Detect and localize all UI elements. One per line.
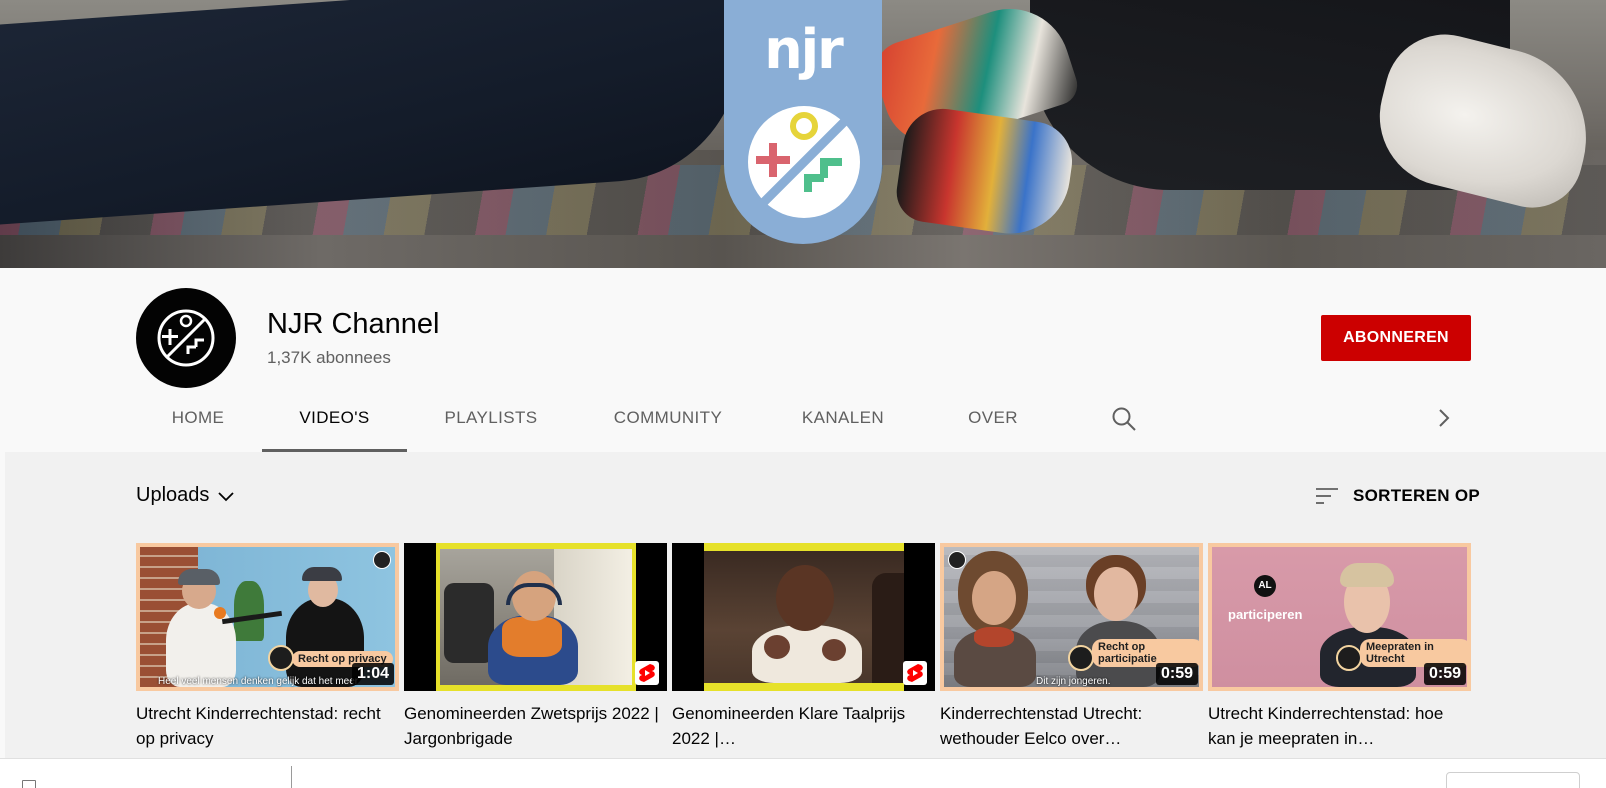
chevron-down-icon [218, 491, 235, 501]
sort-label: SORTEREN OP [1353, 486, 1481, 505]
tab-kanalen[interactable]: KANALEN [773, 394, 913, 452]
overlay-word: participeren [1228, 607, 1303, 622]
shorts-icon [639, 664, 655, 682]
search-icon[interactable] [1111, 406, 1137, 432]
al-badge: AL [1254, 575, 1276, 597]
tab-playlists[interactable]: PLAYLISTS [421, 394, 561, 452]
channel-banner: njr [0, 0, 1606, 268]
video-card[interactable]: Recht op privacy Heel veel mensen denken… [136, 543, 399, 751]
channel-avatar[interactable] [136, 288, 236, 388]
channel-name: NJR Channel [267, 308, 440, 340]
video-duration: 0:59 [1423, 663, 1466, 685]
channel-header: NJR Channel 1,37K abonnees ABONNEREN HOM… [5, 268, 1606, 452]
divider [291, 766, 292, 788]
video-thumbnail[interactable]: Recht op participatie Dit zijn jongeren.… [940, 543, 1203, 691]
video-card[interactable]: Genomineerden Klare Taalprijs 2022 |… [672, 543, 935, 751]
video-title[interactable]: Genomineerden Zwetsprijs 2022 | Jargonbr… [404, 701, 667, 751]
bottom-bar [0, 758, 1606, 788]
video-card[interactable]: AL participeren Meepraten in Utrecht 0:5… [1208, 543, 1471, 751]
uploads-dropdown[interactable]: Uploads [136, 484, 235, 507]
video-title[interactable]: Genomineerden Klare Taalprijs 2022 |… [672, 701, 935, 751]
video-thumbnail[interactable] [404, 543, 667, 691]
uploads-label: Uploads [136, 484, 210, 506]
video-duration: 1:04 [351, 663, 394, 685]
tab-over[interactable]: OVER [943, 394, 1043, 452]
video-duration: 0:59 [1155, 663, 1198, 685]
video-grid: Recht op privacy Heel veel mensen denken… [136, 543, 1476, 758]
video-card[interactable]: Recht op participatie Dit zijn jongeren.… [940, 543, 1203, 751]
shorts-icon [907, 664, 923, 682]
njr-emblem-icon [157, 309, 215, 367]
thumbnail-subtitle: Heel veel mensen denken gelijk dat het m… [158, 676, 359, 687]
video-thumbnail[interactable] [672, 543, 935, 691]
subscriber-count: 1,37K abonnees [267, 348, 391, 367]
thumbnail-subtitle: Dit zijn jongeren. [1036, 676, 1111, 687]
video-card[interactable]: Genomineerden Zwetsprijs 2022 | Jargonbr… [404, 543, 667, 751]
njr-logo-shield: njr [724, 0, 882, 244]
tab-home[interactable]: HOME [133, 394, 263, 452]
video-thumbnail[interactable]: Recht op privacy Heel veel mensen denken… [136, 543, 399, 691]
video-title[interactable]: Utrecht Kinderrechtenstad: recht op priv… [136, 701, 399, 751]
njr-emblem-icon [748, 106, 860, 218]
sort-button[interactable]: SORTEREN OP [1315, 486, 1480, 506]
video-title[interactable]: Utrecht Kinderrechtenstad: hoe kan je me… [1208, 701, 1471, 751]
videos-section: Uploads SORTEREN OP Recht op privacy Hee… [5, 452, 1606, 758]
tab-videos[interactable]: VIDEO'S [262, 394, 407, 452]
bottom-control[interactable] [1446, 772, 1580, 788]
shorts-badge [903, 661, 927, 685]
video-title[interactable]: Kinderrechtenstad Utrecht: wethouder Eel… [940, 701, 1203, 751]
video-thumbnail[interactable]: AL participeren Meepraten in Utrecht 0:5… [1208, 543, 1471, 691]
shorts-badge [635, 661, 659, 685]
document-icon [22, 780, 36, 788]
tab-community[interactable]: COMMUNITY [593, 394, 743, 452]
sort-icon [1316, 488, 1338, 504]
njr-logo-text: njr [764, 18, 844, 81]
chevron-right-icon[interactable] [1437, 408, 1451, 428]
subscribe-button[interactable]: ABONNEREN [1321, 315, 1471, 361]
